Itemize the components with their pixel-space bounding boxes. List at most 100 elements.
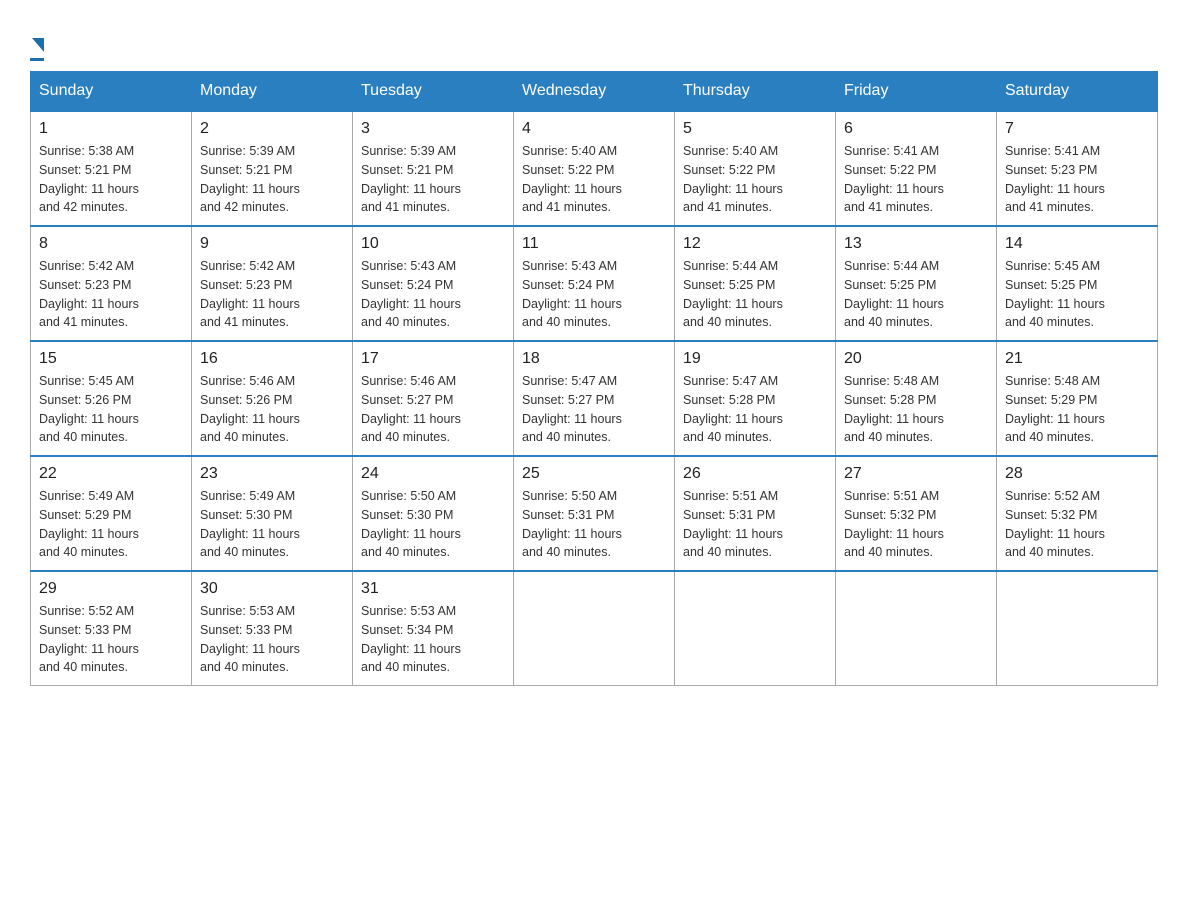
week-row-2: 8 Sunrise: 5:42 AM Sunset: 5:23 PM Dayli… — [31, 226, 1158, 341]
day-number: 20 — [844, 350, 988, 368]
calendar-cell: 22 Sunrise: 5:49 AM Sunset: 5:29 PM Dayl… — [31, 456, 192, 571]
day-number: 19 — [683, 350, 827, 368]
weekday-header-wednesday: Wednesday — [514, 72, 675, 112]
calendar-cell: 23 Sunrise: 5:49 AM Sunset: 5:30 PM Dayl… — [192, 456, 353, 571]
day-info: Sunrise: 5:49 AM Sunset: 5:29 PM Dayligh… — [39, 487, 183, 562]
day-number: 5 — [683, 120, 827, 138]
day-info: Sunrise: 5:40 AM Sunset: 5:22 PM Dayligh… — [683, 142, 827, 217]
day-info: Sunrise: 5:47 AM Sunset: 5:27 PM Dayligh… — [522, 372, 666, 447]
calendar-cell: 26 Sunrise: 5:51 AM Sunset: 5:31 PM Dayl… — [675, 456, 836, 571]
week-row-1: 1 Sunrise: 5:38 AM Sunset: 5:21 PM Dayli… — [31, 111, 1158, 226]
day-number: 29 — [39, 580, 183, 598]
calendar-cell: 7 Sunrise: 5:41 AM Sunset: 5:23 PM Dayli… — [997, 111, 1158, 226]
calendar-cell: 28 Sunrise: 5:52 AM Sunset: 5:32 PM Dayl… — [997, 456, 1158, 571]
week-row-3: 15 Sunrise: 5:45 AM Sunset: 5:26 PM Dayl… — [31, 341, 1158, 456]
calendar-cell: 20 Sunrise: 5:48 AM Sunset: 5:28 PM Dayl… — [836, 341, 997, 456]
day-number: 6 — [844, 120, 988, 138]
day-number: 4 — [522, 120, 666, 138]
logo — [30, 30, 44, 61]
calendar-cell: 9 Sunrise: 5:42 AM Sunset: 5:23 PM Dayli… — [192, 226, 353, 341]
calendar-cell — [997, 571, 1158, 686]
calendar-cell: 2 Sunrise: 5:39 AM Sunset: 5:21 PM Dayli… — [192, 111, 353, 226]
calendar-cell: 6 Sunrise: 5:41 AM Sunset: 5:22 PM Dayli… — [836, 111, 997, 226]
day-info: Sunrise: 5:53 AM Sunset: 5:33 PM Dayligh… — [200, 602, 344, 677]
calendar-cell: 25 Sunrise: 5:50 AM Sunset: 5:31 PM Dayl… — [514, 456, 675, 571]
day-number: 3 — [361, 120, 505, 138]
calendar-cell — [514, 571, 675, 686]
calendar-cell — [836, 571, 997, 686]
day-number: 27 — [844, 465, 988, 483]
day-number: 14 — [1005, 235, 1149, 253]
weekday-header-saturday: Saturday — [997, 72, 1158, 112]
calendar-cell: 14 Sunrise: 5:45 AM Sunset: 5:25 PM Dayl… — [997, 226, 1158, 341]
day-info: Sunrise: 5:45 AM Sunset: 5:26 PM Dayligh… — [39, 372, 183, 447]
calendar-cell: 18 Sunrise: 5:47 AM Sunset: 5:27 PM Dayl… — [514, 341, 675, 456]
day-number: 25 — [522, 465, 666, 483]
day-number: 30 — [200, 580, 344, 598]
logo-text — [30, 30, 44, 56]
week-row-4: 22 Sunrise: 5:49 AM Sunset: 5:29 PM Dayl… — [31, 456, 1158, 571]
day-number: 8 — [39, 235, 183, 253]
calendar-cell: 17 Sunrise: 5:46 AM Sunset: 5:27 PM Dayl… — [353, 341, 514, 456]
day-number: 9 — [200, 235, 344, 253]
day-info: Sunrise: 5:50 AM Sunset: 5:30 PM Dayligh… — [361, 487, 505, 562]
calendar-cell: 31 Sunrise: 5:53 AM Sunset: 5:34 PM Dayl… — [353, 571, 514, 686]
day-number: 17 — [361, 350, 505, 368]
calendar-cell: 24 Sunrise: 5:50 AM Sunset: 5:30 PM Dayl… — [353, 456, 514, 571]
day-info: Sunrise: 5:43 AM Sunset: 5:24 PM Dayligh… — [361, 257, 505, 332]
day-info: Sunrise: 5:51 AM Sunset: 5:31 PM Dayligh… — [683, 487, 827, 562]
day-info: Sunrise: 5:43 AM Sunset: 5:24 PM Dayligh… — [522, 257, 666, 332]
day-info: Sunrise: 5:46 AM Sunset: 5:27 PM Dayligh… — [361, 372, 505, 447]
day-number: 15 — [39, 350, 183, 368]
day-number: 18 — [522, 350, 666, 368]
calendar-cell: 30 Sunrise: 5:53 AM Sunset: 5:33 PM Dayl… — [192, 571, 353, 686]
day-info: Sunrise: 5:47 AM Sunset: 5:28 PM Dayligh… — [683, 372, 827, 447]
weekday-header-monday: Monday — [192, 72, 353, 112]
day-info: Sunrise: 5:48 AM Sunset: 5:29 PM Dayligh… — [1005, 372, 1149, 447]
calendar-table: SundayMondayTuesdayWednesdayThursdayFrid… — [30, 71, 1158, 686]
calendar-cell: 10 Sunrise: 5:43 AM Sunset: 5:24 PM Dayl… — [353, 226, 514, 341]
calendar-cell: 1 Sunrise: 5:38 AM Sunset: 5:21 PM Dayli… — [31, 111, 192, 226]
calendar-cell: 13 Sunrise: 5:44 AM Sunset: 5:25 PM Dayl… — [836, 226, 997, 341]
calendar-cell: 16 Sunrise: 5:46 AM Sunset: 5:26 PM Dayl… — [192, 341, 353, 456]
calendar-cell: 29 Sunrise: 5:52 AM Sunset: 5:33 PM Dayl… — [31, 571, 192, 686]
calendar-cell: 15 Sunrise: 5:45 AM Sunset: 5:26 PM Dayl… — [31, 341, 192, 456]
calendar-cell: 11 Sunrise: 5:43 AM Sunset: 5:24 PM Dayl… — [514, 226, 675, 341]
day-info: Sunrise: 5:44 AM Sunset: 5:25 PM Dayligh… — [683, 257, 827, 332]
day-number: 23 — [200, 465, 344, 483]
day-number: 22 — [39, 465, 183, 483]
day-number: 31 — [361, 580, 505, 598]
weekday-header-thursday: Thursday — [675, 72, 836, 112]
weekday-header-tuesday: Tuesday — [353, 72, 514, 112]
day-info: Sunrise: 5:39 AM Sunset: 5:21 PM Dayligh… — [200, 142, 344, 217]
day-info: Sunrise: 5:41 AM Sunset: 5:23 PM Dayligh… — [1005, 142, 1149, 217]
day-info: Sunrise: 5:46 AM Sunset: 5:26 PM Dayligh… — [200, 372, 344, 447]
day-number: 28 — [1005, 465, 1149, 483]
day-info: Sunrise: 5:49 AM Sunset: 5:30 PM Dayligh… — [200, 487, 344, 562]
page-header — [30, 20, 1158, 61]
day-number: 21 — [1005, 350, 1149, 368]
day-number: 24 — [361, 465, 505, 483]
logo-underline — [30, 58, 44, 61]
day-info: Sunrise: 5:50 AM Sunset: 5:31 PM Dayligh… — [522, 487, 666, 562]
weekday-header-friday: Friday — [836, 72, 997, 112]
day-info: Sunrise: 5:45 AM Sunset: 5:25 PM Dayligh… — [1005, 257, 1149, 332]
weekday-header-row: SundayMondayTuesdayWednesdayThursdayFrid… — [31, 72, 1158, 112]
calendar-cell: 8 Sunrise: 5:42 AM Sunset: 5:23 PM Dayli… — [31, 226, 192, 341]
day-number: 2 — [200, 120, 344, 138]
calendar-cell: 27 Sunrise: 5:51 AM Sunset: 5:32 PM Dayl… — [836, 456, 997, 571]
day-info: Sunrise: 5:42 AM Sunset: 5:23 PM Dayligh… — [39, 257, 183, 332]
day-info: Sunrise: 5:40 AM Sunset: 5:22 PM Dayligh… — [522, 142, 666, 217]
day-number: 16 — [200, 350, 344, 368]
day-info: Sunrise: 5:38 AM Sunset: 5:21 PM Dayligh… — [39, 142, 183, 217]
day-number: 1 — [39, 120, 183, 138]
calendar-cell: 4 Sunrise: 5:40 AM Sunset: 5:22 PM Dayli… — [514, 111, 675, 226]
day-info: Sunrise: 5:39 AM Sunset: 5:21 PM Dayligh… — [361, 142, 505, 217]
weekday-header-sunday: Sunday — [31, 72, 192, 112]
calendar-cell: 5 Sunrise: 5:40 AM Sunset: 5:22 PM Dayli… — [675, 111, 836, 226]
day-number: 26 — [683, 465, 827, 483]
day-number: 10 — [361, 235, 505, 253]
calendar-cell: 3 Sunrise: 5:39 AM Sunset: 5:21 PM Dayli… — [353, 111, 514, 226]
calendar-cell: 12 Sunrise: 5:44 AM Sunset: 5:25 PM Dayl… — [675, 226, 836, 341]
day-number: 12 — [683, 235, 827, 253]
